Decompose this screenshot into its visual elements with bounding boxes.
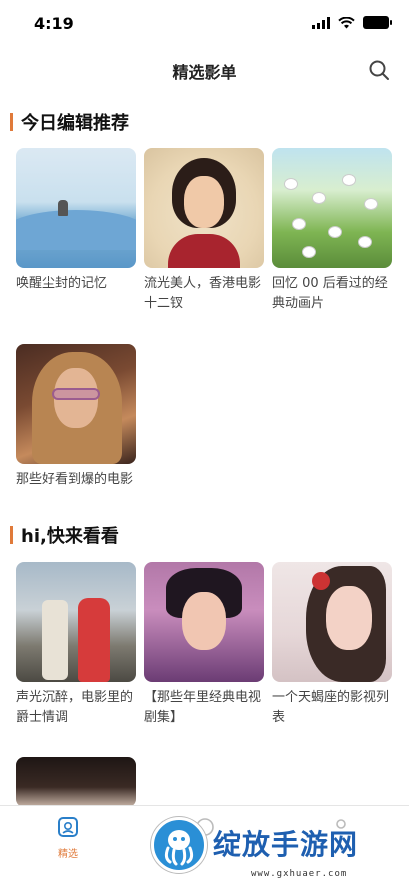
section-header-editor-picks: 今日编辑推荐 — [10, 109, 129, 135]
playlist-cover — [144, 562, 264, 682]
playlist-cover — [16, 757, 136, 807]
playlist-cover — [16, 148, 136, 268]
watermark-text: 绽放手游网 — [213, 828, 359, 861]
status-time: 4:19 — [34, 14, 74, 33]
watermark: 绽放手游网 www.gxhuaer.com — [151, 817, 401, 887]
octopus-logo-icon — [151, 817, 207, 873]
watermark-url: www.gxhuaer.com — [251, 869, 348, 879]
playlist-card[interactable]: 那些好看到爆的电影 — [16, 344, 136, 490]
playlist-card[interactable]: 【那些年里经典电视剧集】 — [144, 562, 264, 728]
playlist-title: 回忆 00 后看过的经典动画片 — [272, 276, 388, 311]
playlist-title: 声光沉醉，电影里的爵士情调 — [16, 690, 134, 725]
page-title: 精选影单 — [172, 63, 237, 82]
section-title: hi,快来看看 — [21, 526, 119, 547]
playlist-cover — [272, 562, 392, 682]
playlist-title: 一个天蝎座的影视列表 — [272, 690, 390, 725]
playlist-cover — [272, 148, 392, 268]
playlist-title: 唤醒尘封的记忆 — [16, 276, 108, 291]
section-accent-bar — [10, 113, 13, 131]
signal-icon — [312, 16, 330, 29]
battery-icon — [363, 16, 392, 29]
playlist-card[interactable]: 唤醒尘封的记忆 — [16, 148, 136, 294]
wifi-icon — [338, 16, 355, 28]
status-bar: 4:19 — [0, 0, 409, 48]
playlist-cover — [16, 344, 136, 464]
search-icon[interactable] — [367, 58, 391, 82]
playlist-cover — [144, 148, 264, 268]
status-icons — [312, 16, 392, 29]
playlist-card[interactable]: 流光美人，香港电影十二钗 — [144, 148, 264, 314]
film-icon — [58, 817, 78, 837]
playlist-card[interactable]: 一个天蝎座的影视列表 — [272, 562, 392, 728]
playlist-title: 流光美人，香港电影十二钗 — [144, 276, 262, 311]
playlist-card[interactable] — [16, 757, 136, 807]
tab-featured[interactable]: 精选 — [38, 816, 98, 860]
playlist-title: 【那些年里经典电视剧集】 — [144, 690, 262, 725]
nav-bar: 精选影单 — [0, 50, 409, 90]
section-title: 今日编辑推荐 — [21, 113, 129, 134]
playlist-cover — [16, 562, 136, 682]
section-header-take-a-look: hi,快来看看 — [10, 522, 119, 548]
playlist-card[interactable]: 声光沉醉，电影里的爵士情调 — [16, 562, 136, 728]
tab-label: 精选 — [58, 849, 78, 860]
section-accent-bar — [10, 526, 13, 544]
playlist-title: 那些好看到爆的电影 — [16, 472, 134, 487]
playlist-card[interactable]: 回忆 00 后看过的经典动画片 — [272, 148, 392, 314]
